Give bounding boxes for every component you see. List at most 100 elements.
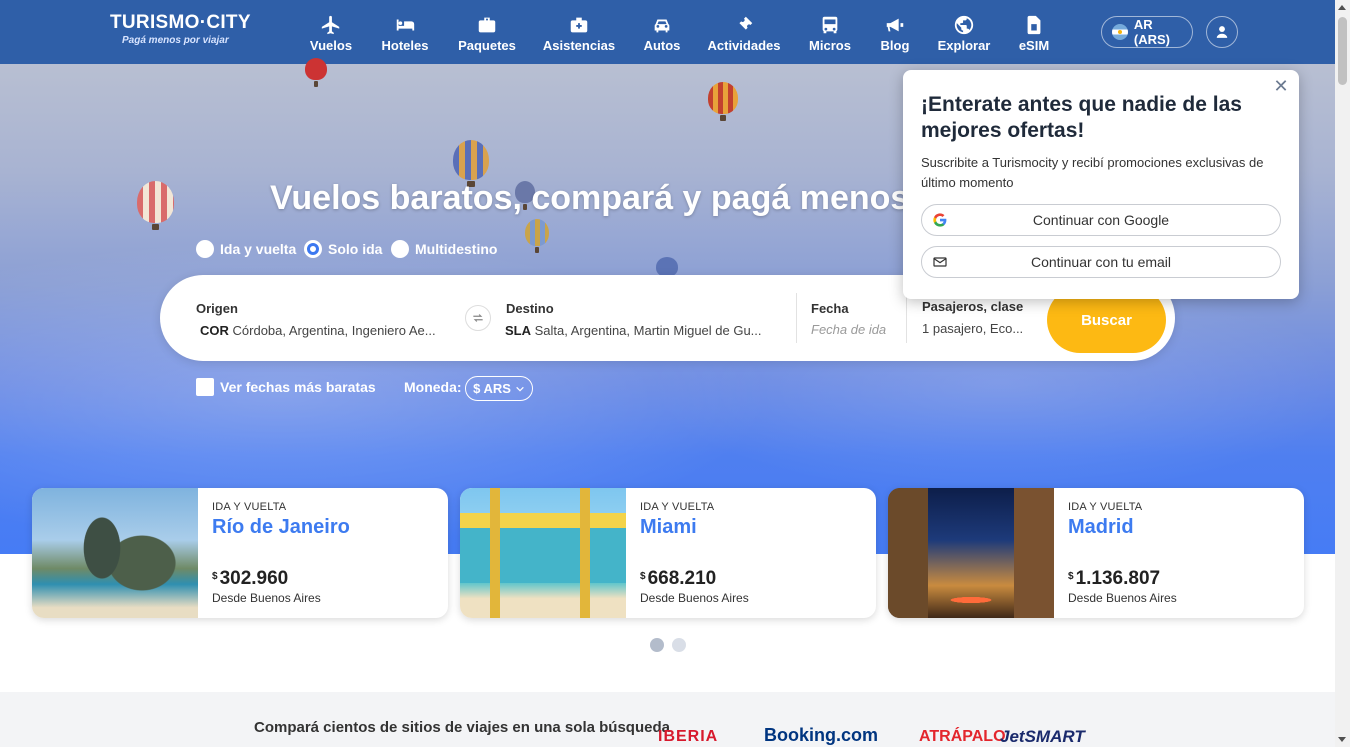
origin-field[interactable]: COR Córdoba, Argentina, Ingeniero Ae...: [200, 323, 436, 338]
radio-button[interactable]: [304, 240, 322, 258]
car-icon: [617, 14, 707, 36]
passengers-field[interactable]: 1 pasajero, Eco...: [922, 321, 1023, 336]
trip-type-roundtrip[interactable]: Ida y vuelta: [196, 240, 296, 258]
balloon-decoration: [525, 219, 549, 253]
popup-text: Suscribite a Turismocity y recibí promoc…: [921, 155, 1264, 190]
top-header: TURISMO·CITY Pagá menos por viajar Vuelo…: [0, 0, 1335, 64]
destination-field[interactable]: SLA Salta, Argentina, Martin Miguel de G…: [505, 323, 762, 338]
origin-value: Córdoba, Argentina, Ingeniero Ae...: [232, 323, 436, 338]
deal-card-miami[interactable]: IDA Y VUELTA Miami $668.210 Desde Buenos…: [460, 488, 876, 618]
trip-type-oneway[interactable]: Solo ida: [304, 240, 382, 258]
user-account-button[interactable]: [1206, 16, 1238, 48]
radio-label: Solo ida: [328, 241, 383, 257]
radio-button[interactable]: [391, 240, 409, 258]
balloon-decoration: [453, 140, 489, 187]
balloon-decoration: [305, 58, 327, 87]
scrollbar-thumb[interactable]: [1338, 17, 1347, 85]
cheap-dates-checkbox[interactable]: [196, 378, 214, 396]
continue-google-button[interactable]: Continuar con Google: [921, 204, 1281, 236]
nav-paquetes[interactable]: Paquetes: [442, 14, 532, 53]
swap-button[interactable]: [465, 305, 491, 331]
nav-label: Autos: [643, 38, 681, 53]
deal-card-madrid[interactable]: IDA Y VUELTA Madrid $1.136.807 Desde Bue…: [888, 488, 1304, 618]
field-divider: [796, 293, 797, 343]
trip-type-multidestination[interactable]: Multidestino: [391, 240, 497, 258]
deal-city: Río de Janeiro: [212, 516, 350, 538]
brand-booking: Booking.com: [764, 725, 879, 745]
carousel-dot-2[interactable]: [672, 638, 686, 652]
miami-image: [460, 488, 626, 618]
date-label: Fecha: [811, 301, 849, 316]
subscribe-popup: ✕ ¡Enterate antes que nadie de las mejor…: [903, 70, 1299, 299]
logo-title: TURISMO·CITY: [110, 12, 251, 33]
cheap-dates-label: Ver fechas más baratas: [220, 379, 376, 395]
swap-arrows-icon: [473, 314, 483, 322]
partners-strip: Compará cientos de sitios de viajes en u…: [0, 692, 1335, 747]
nav-label: Micros: [809, 38, 851, 53]
compare-text: Compará cientos de sitios de viajes en u…: [254, 719, 670, 736]
deal-city: Miami: [640, 516, 697, 538]
scroll-up-icon[interactable]: [1338, 5, 1346, 10]
deal-card-rio[interactable]: IDA Y VUELTA Río de Janeiro $302.960 Des…: [32, 488, 448, 618]
nav-hoteles[interactable]: Hoteles: [360, 14, 450, 53]
balloon-decoration: [656, 257, 678, 284]
brand-iberia: IBERIA: [658, 728, 719, 745]
brand-jetsmart: JetSMART: [1000, 727, 1085, 746]
deal-amount: 1.136.807: [1075, 568, 1161, 589]
rio-de-janeiro-image: [32, 488, 198, 618]
carousel-dot-1[interactable]: [650, 638, 664, 652]
deal-amount: 302.960: [219, 568, 289, 589]
radio-label: Ida y vuelta: [220, 241, 297, 257]
radio-label: Multidestino: [415, 241, 498, 257]
deal-price: $1.136.807: [1068, 568, 1160, 590]
close-icon[interactable]: ✕: [1271, 76, 1291, 96]
nav-autos[interactable]: Autos: [617, 14, 707, 53]
radio-button[interactable]: [196, 240, 214, 258]
google-button-label: Continuar con Google: [1032, 212, 1170, 228]
destination-value: Salta, Argentina, Martin Miguel de Gu...: [534, 323, 762, 338]
scroll-down-icon[interactable]: [1338, 737, 1346, 742]
popup-title: ¡Enterate antes que nadie de las mejores…: [921, 93, 1242, 142]
nav-label: Explorar: [937, 38, 991, 53]
user-icon: [1216, 26, 1228, 38]
madrid-image: [888, 488, 1054, 618]
nav-asistencias[interactable]: Asistencias: [534, 14, 624, 53]
passengers-label: Pasajeros, clase: [922, 299, 1024, 314]
region-label: AR (ARS): [1133, 17, 1170, 47]
continue-email-button[interactable]: Continuar con tu email: [921, 246, 1281, 278]
nav-label: Asistencias: [542, 38, 616, 53]
deal-trip-type: IDA Y VUELTA: [640, 501, 715, 513]
logo[interactable]: TURISMO·CITY Pagá menos por viajar: [110, 12, 251, 46]
cheap-dates-toggle[interactable]: Ver fechas más baratas: [196, 378, 376, 396]
deal-city: Madrid: [1068, 516, 1134, 538]
deal-origin: Desde Buenos Aires: [212, 591, 321, 605]
nav-label: eSIM: [1018, 38, 1050, 53]
page-scrollbar[interactable]: [1335, 0, 1350, 747]
deal-currency: $: [640, 571, 646, 582]
nav-label: Actividades: [707, 38, 781, 53]
deal-trip-type: IDA Y VUELTA: [212, 501, 287, 513]
deal-amount: 668.210: [647, 568, 717, 589]
destination-code: SLA: [505, 323, 531, 338]
nav-label: Paquetes: [458, 38, 516, 53]
field-divider: [906, 293, 907, 343]
deal-price: $302.960: [212, 568, 288, 590]
ticket-icon: [699, 14, 789, 36]
region-selector[interactable]: AR (ARS): [1101, 16, 1193, 48]
currency-selector[interactable]: $ ARS: [465, 376, 533, 401]
chevron-down-icon: [516, 386, 524, 392]
nav-esim[interactable]: eSIM: [989, 14, 1079, 53]
deal-origin: Desde Buenos Aires: [1068, 591, 1177, 605]
mail-icon: [933, 257, 947, 267]
nav-label: Hoteles: [381, 38, 429, 53]
currency-value: $ ARS: [473, 381, 511, 396]
currency-label: Moneda:: [404, 379, 462, 395]
sim-icon: [989, 14, 1079, 36]
deal-price: $668.210: [640, 568, 716, 590]
nav-actividades[interactable]: Actividades: [699, 14, 789, 53]
date-field[interactable]: Fecha de ida: [811, 322, 886, 337]
deal-currency: $: [1068, 571, 1074, 582]
nav-label: Vuelos: [309, 38, 353, 53]
google-icon: [933, 213, 947, 227]
destination-label: Destino: [506, 301, 554, 316]
